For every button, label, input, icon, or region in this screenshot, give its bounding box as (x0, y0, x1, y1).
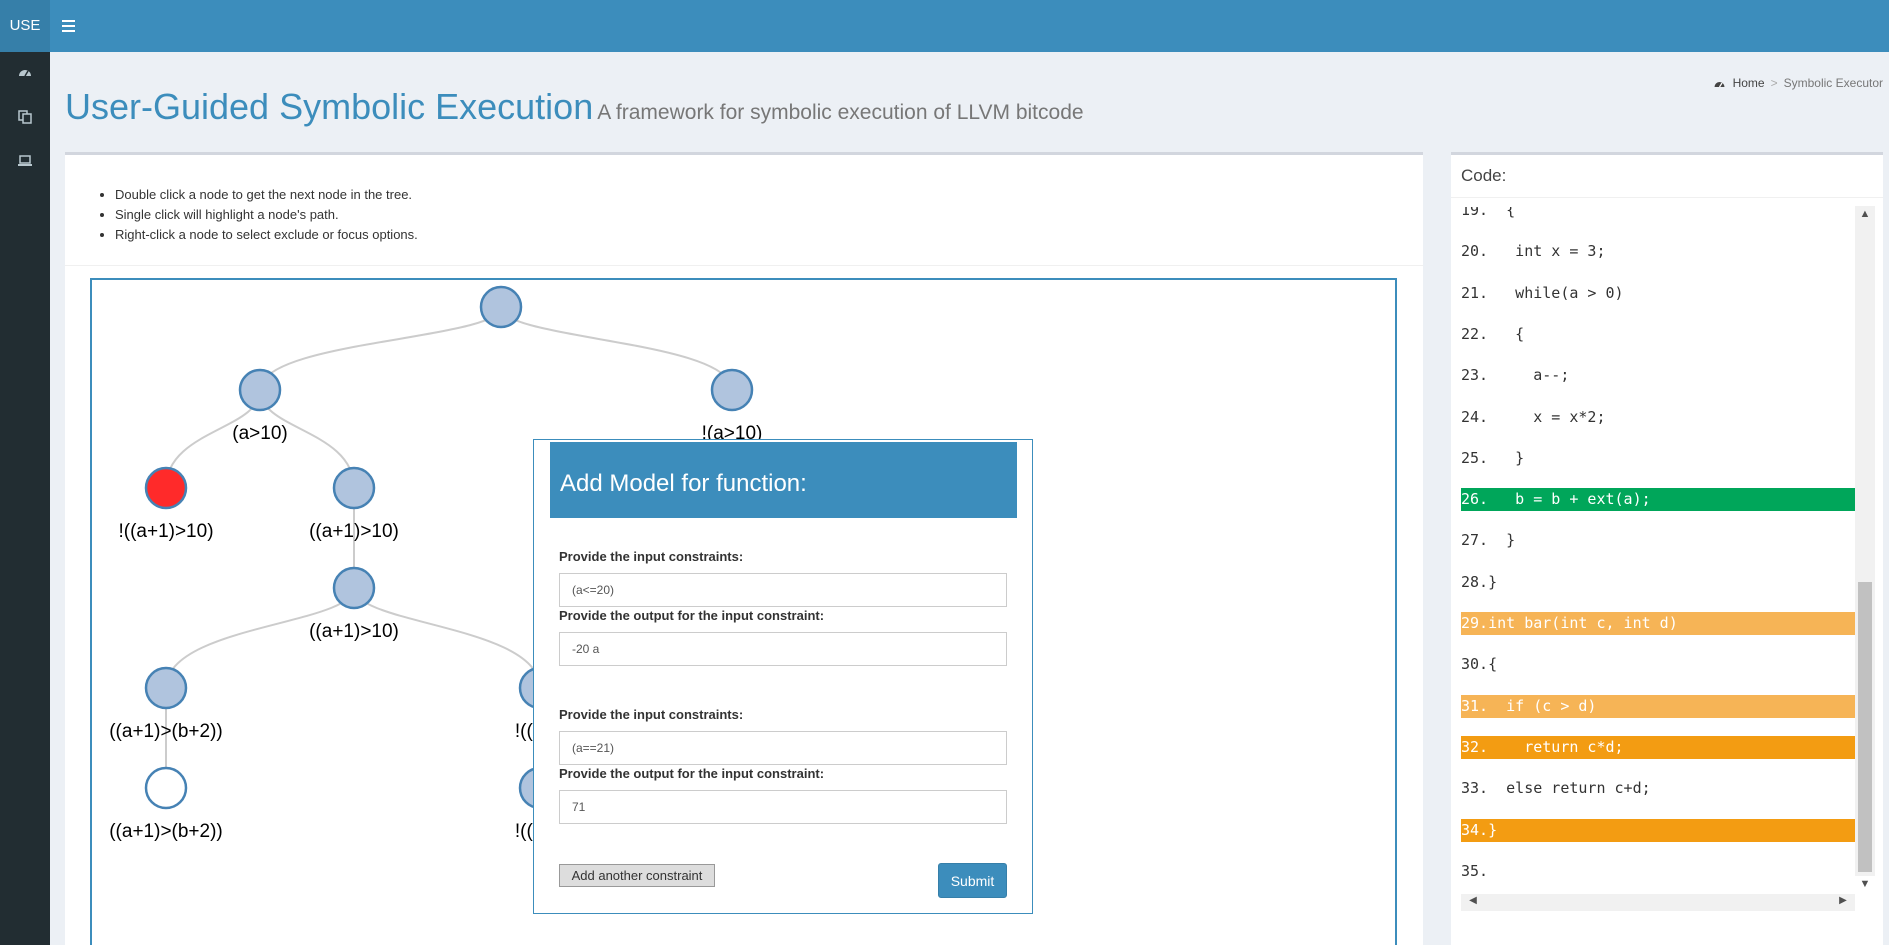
code-line: 33. else return c+d; (1461, 779, 1651, 798)
code-line: 34.} (1461, 818, 1864, 842)
scroll-up-icon[interactable]: ▲ (1855, 208, 1875, 220)
output-constraint-field[interactable] (559, 632, 1007, 666)
code-panel: Code: 19. { 20. int x = 3; 21. while(a > 0… (1451, 152, 1883, 945)
code-panel-title: Code: (1461, 166, 1507, 185)
code-line: 27. } (1461, 531, 1516, 550)
code-line: 23. a--; (1461, 366, 1570, 385)
input-constraint-field[interactable] (559, 573, 1007, 607)
copy-icon[interactable] (17, 110, 33, 126)
breadcrumb-current: Symbolic Executor (1783, 76, 1883, 90)
tree-node-label: ((a+1)>(b+2)) (109, 721, 223, 742)
tree-node[interactable] (710, 368, 754, 412)
dialog-title: Add Model for function: (550, 442, 1017, 518)
tree-node[interactable] (144, 666, 188, 710)
scroll-right-icon[interactable]: ▶ (1833, 895, 1853, 906)
instruction-item: Double click a node to get the next node… (115, 187, 418, 202)
code-horizontal-scrollbar[interactable]: ◀ ▶ (1461, 894, 1855, 911)
code-line: 22. { (1461, 324, 1525, 343)
tree-node[interactable] (332, 466, 376, 510)
breadcrumb-home-link[interactable]: Home (1733, 76, 1765, 90)
tree-node-label: ((a+1)>10) (309, 521, 399, 542)
output-constraint-label: Provide the output for the input constra… (559, 766, 825, 781)
page-title-text: User-Guided Symbolic Execution (65, 86, 594, 127)
code-line: 25. } (1461, 448, 1525, 467)
code-line: 19. { (1461, 207, 1516, 219)
scrollbar-thumb[interactable] (1858, 582, 1872, 872)
input-constraint-label: Provide the input constraints: (559, 549, 744, 564)
tree-node-label: ((a+1)>(b+2)) (109, 821, 223, 842)
tree-node-root[interactable] (479, 285, 523, 329)
code-line: 29.int bar(int c, int d) (1461, 612, 1864, 635)
input-constraint-field[interactable] (559, 731, 1007, 765)
tree-node-highlighted[interactable] (144, 466, 188, 510)
laptop-icon[interactable] (17, 153, 33, 169)
instruction-item: Right-click a node to select exclude or … (115, 227, 418, 242)
code-line: 30.{ (1461, 655, 1498, 674)
breadcrumb-separator: > (1770, 76, 1778, 90)
code-line: 35. (1461, 861, 1489, 880)
output-constraint-field[interactable] (559, 790, 1007, 824)
instruction-item: Single click will highlight a node's pat… (115, 207, 418, 222)
instructions-list: Double click a node to get the next node… (115, 187, 418, 247)
app-logo[interactable]: USE (0, 0, 50, 52)
top-navbar: USE (0, 0, 1889, 52)
tree-edge (259, 306, 502, 391)
tree-edge (500, 306, 733, 391)
submit-button[interactable]: Submit (938, 863, 1007, 898)
tree-node-label: ((a+1)>10) (309, 621, 399, 642)
page-subtitle: A framework for symbolic execution of LL… (597, 101, 1084, 124)
code-line: 21. while(a > 0) (1461, 283, 1624, 302)
sidebar (0, 52, 50, 945)
code-vertical-scrollbar[interactable]: ▲ ▼ (1855, 206, 1875, 890)
panel-divider (65, 265, 1423, 266)
scroll-down-icon[interactable]: ▼ (1855, 878, 1875, 890)
add-constraint-button[interactable]: Add another constraint (559, 864, 715, 887)
code-view[interactable]: 19. { 20. int x = 3; 21. while(a > 0) 22. {… (1461, 207, 1881, 897)
panel-divider (1451, 197, 1883, 198)
code-line: 20. int x = 3; (1461, 242, 1606, 261)
output-constraint-label: Provide the output for the input constra… (559, 608, 825, 623)
scroll-left-icon[interactable]: ◀ (1463, 895, 1483, 906)
input-constraint-label: Provide the input constraints: (559, 707, 744, 722)
sidebar-toggle-icon[interactable] (62, 17, 79, 35)
tree-node[interactable] (238, 368, 282, 412)
tree-node-label: (a>10) (232, 423, 287, 444)
code-line: 24. x = x*2; (1461, 407, 1606, 426)
tree-node-unexplored[interactable] (144, 766, 188, 810)
page-title: User-Guided Symbolic Execution A framewor… (65, 86, 1084, 128)
tree-panel: Double click a node to get the next node… (65, 152, 1423, 945)
breadcrumb: Home > Symbolic Executor (1714, 76, 1883, 90)
tree-node-label: !((a+1)>10) (118, 521, 213, 542)
code-line: 26. b = b + ext(a); (1461, 488, 1864, 512)
home-icon (1714, 76, 1728, 90)
code-line: 31. if (c > d) (1461, 694, 1864, 718)
dashboard-icon[interactable] (17, 66, 33, 82)
code-line: 28.} (1461, 572, 1498, 591)
tree-node[interactable] (332, 566, 376, 610)
code-line: 32. return c*d; (1461, 735, 1864, 759)
add-model-dialog: Add Model for function: Provide the inpu… (533, 439, 1033, 914)
